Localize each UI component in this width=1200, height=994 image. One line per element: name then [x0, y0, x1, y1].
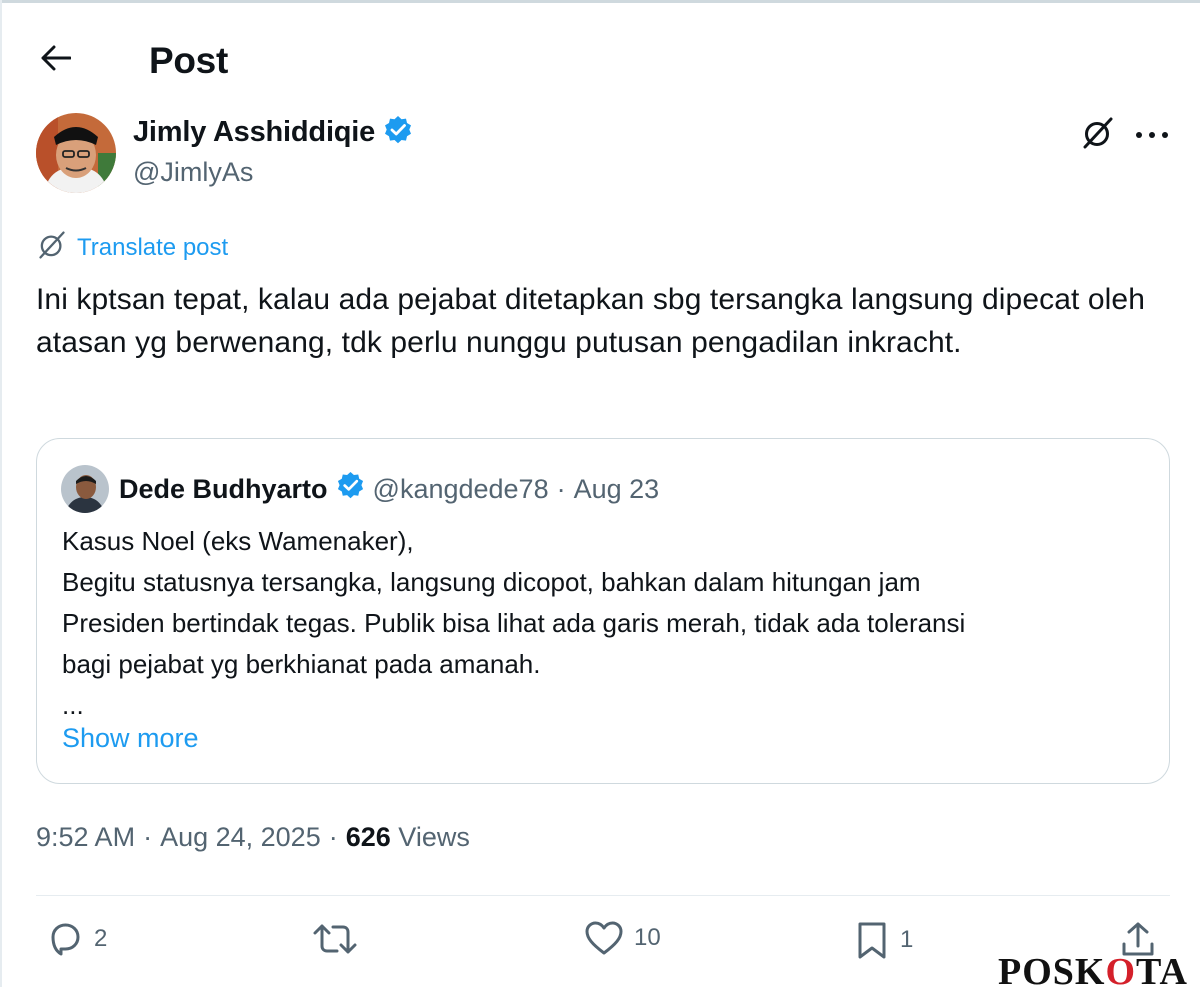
separator-dot: ·	[143, 822, 153, 852]
reply-count: 2	[94, 925, 108, 952]
quoted-text-line: bagi pejabat yg berkhianat pada amanah.	[62, 649, 541, 679]
page-title: Post	[149, 40, 228, 81]
quoted-author-handle[interactable]: @kangdede78	[373, 474, 549, 505]
page-header: Post	[0, 30, 1200, 90]
poskota-watermark: POSKOTA	[998, 951, 1188, 993]
post-time[interactable]: 9:52 AM	[36, 822, 135, 853]
like-button[interactable]: 10	[584, 920, 661, 956]
repost-icon	[312, 920, 358, 958]
grok-button[interactable]	[1078, 115, 1118, 155]
left-border	[0, 0, 2, 987]
reply-icon	[46, 920, 84, 958]
like-count: 10	[634, 924, 661, 951]
post-meta: 9:52 AM · Aug 24, 2025 · 626 Views	[36, 822, 470, 853]
separator-dot: ·	[328, 822, 338, 852]
quoted-author-name[interactable]: Dede Budhyarto	[119, 474, 328, 505]
avatar[interactable]	[36, 113, 116, 193]
verified-badge-icon	[383, 115, 413, 150]
translate-post-label: Translate post	[77, 233, 229, 261]
author-handle[interactable]: @JimlyAs	[133, 157, 253, 188]
top-border	[0, 0, 1200, 3]
quoted-text-line: ...	[62, 690, 84, 720]
quoted-text-line: Presiden bertindak tegas. Publik bisa li…	[62, 608, 966, 638]
quoted-post-text: Kasus Noel (eks Wamenaker), Begitu statu…	[62, 521, 1152, 726]
more-icon	[1135, 126, 1169, 144]
heart-icon	[584, 920, 624, 956]
verified-badge-icon	[336, 471, 365, 507]
reply-button[interactable]: 2	[46, 920, 107, 958]
author-name[interactable]: Jimly Asshiddiqie	[133, 116, 375, 149]
bookmark-count: 1	[900, 926, 914, 953]
quoted-post-date[interactable]: Aug 23	[574, 474, 660, 505]
grok-icon	[37, 230, 67, 265]
back-button[interactable]	[34, 38, 78, 82]
views-count: 626	[345, 822, 391, 852]
post-date[interactable]: Aug 24, 2025	[160, 822, 321, 853]
more-button[interactable]	[1130, 115, 1174, 155]
bookmark-icon	[854, 920, 890, 960]
divider	[36, 895, 1170, 896]
quoted-text-line: Kasus Noel (eks Wamenaker),	[62, 526, 414, 556]
post-text: Ini kptsan tepat, kalau ada pejabat dite…	[36, 283, 1145, 359]
separator-dot: ·	[556, 473, 566, 504]
bookmark-button[interactable]: 1	[854, 920, 913, 960]
show-more-link[interactable]: Show more	[62, 723, 199, 754]
quoted-post-card[interactable]: Dede Budhyarto @kangdede78 · Aug 23 Kasu…	[36, 438, 1170, 784]
repost-button[interactable]	[312, 920, 368, 958]
translate-post-link[interactable]: Translate post	[37, 230, 228, 265]
quoted-text-line: Begitu statusnya tersangka, langsung dic…	[62, 567, 921, 597]
arrow-left-icon	[41, 45, 72, 76]
quoted-author-avatar[interactable]	[61, 465, 109, 513]
views-label: Views	[398, 822, 470, 852]
grok-icon	[1081, 116, 1115, 155]
